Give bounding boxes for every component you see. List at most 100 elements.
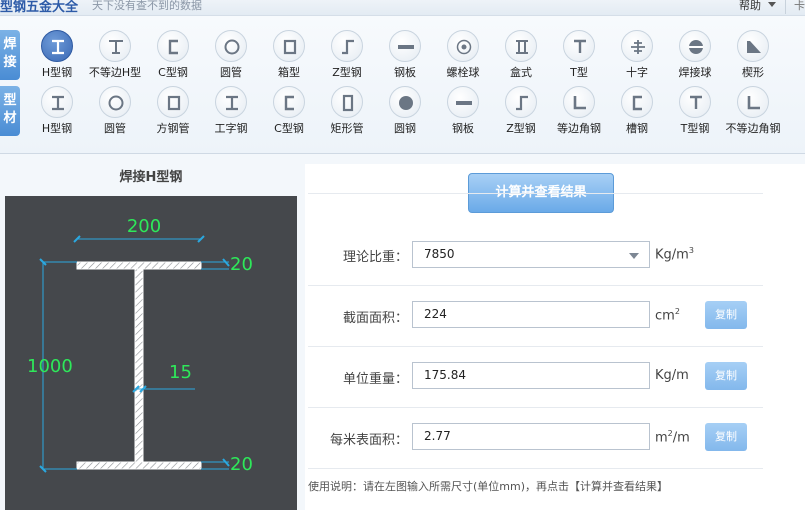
i-steel-icon — [215, 86, 247, 118]
density-unit-sup: 3 — [688, 246, 694, 255]
section-shape-3[interactable]: 工字钢 — [201, 86, 261, 138]
square-pipe-icon — [157, 86, 189, 118]
welded-shape-0[interactable]: H型钢 — [27, 30, 87, 82]
welded-shape-11[interactable]: 焊接球 — [665, 30, 725, 82]
bottom-flange-thickness-value[interactable]: 20 — [230, 454, 253, 475]
density-unit-text: Kg/m — [655, 247, 689, 263]
area-field[interactable]: 224 — [412, 301, 650, 328]
unequal-angle-icon — [737, 86, 769, 118]
welded-shape-6[interactable]: 钢板 — [375, 30, 435, 82]
welded-shape-1[interactable]: 不等边H型 — [85, 30, 145, 82]
app-subtitle: 天下没有查不到的数据 — [92, 0, 202, 12]
surface-label: 每米表面积： — [329, 433, 408, 448]
drawing-title: 焊接H型钢 — [119, 170, 183, 185]
section-shape-9[interactable]: 等边角钢 — [549, 86, 609, 138]
welded-shape-9[interactable]: T型 — [549, 30, 609, 82]
area-unit-sup: 2 — [674, 307, 680, 316]
section-shape-7[interactable]: 钢板 — [433, 86, 493, 138]
tool-label: 楔形 — [742, 66, 764, 79]
welded-shape-7[interactable]: 螺栓球 — [433, 30, 493, 82]
section-shape-10[interactable]: 槽钢 — [607, 86, 667, 138]
density-select[interactable]: 7850 — [412, 241, 650, 268]
section-shape-5[interactable]: 矩形管 — [317, 86, 377, 138]
box-type-icon — [505, 30, 537, 62]
divider — [308, 407, 763, 408]
welded-shape-2[interactable]: C型钢 — [143, 30, 203, 82]
chevron-down-icon[interactable] — [768, 2, 776, 7]
i-beam-icon — [41, 30, 73, 62]
round-pipe-icon — [99, 86, 131, 118]
welded-shape-5[interactable]: Z型钢 — [317, 30, 377, 82]
section-shape-11[interactable]: T型钢 — [665, 86, 725, 138]
t-section-icon — [563, 30, 595, 62]
section-shape-2[interactable]: 方钢管 — [143, 86, 203, 138]
steel-plate-icon — [389, 30, 421, 62]
title-edge-text[interactable]: 卡 — [794, 0, 805, 13]
copy-area-button[interactable]: 复制 — [705, 301, 747, 329]
area-label: 截面面积： — [342, 311, 408, 326]
welded-shape-12[interactable]: 楔形 — [723, 30, 783, 82]
divider — [308, 193, 763, 194]
bottom-flange — [76, 461, 202, 470]
height-value[interactable]: 1000 — [27, 356, 73, 377]
divider — [308, 346, 763, 347]
chevron-down-icon[interactable] — [629, 253, 639, 259]
web — [134, 268, 144, 463]
title-bar: 型钢五金大全 天下没有查不到的数据 帮助 卡 — [0, 0, 805, 16]
welded-shape-3[interactable]: 圆管 — [201, 30, 261, 82]
c-channel-icon — [273, 86, 305, 118]
weight-field[interactable]: 175.84 — [412, 362, 650, 389]
cross-section-icon — [621, 30, 653, 62]
surface-unit-m: m — [655, 430, 668, 446]
tab-section[interactable]: 型材 — [0, 86, 20, 136]
density-label: 理论比重： — [342, 250, 408, 265]
h-beam-drawing: 200 20 1000 15 20 — [5, 196, 297, 510]
surface-unit: m2/m — [655, 429, 690, 445]
density-unit: Kg/m3 — [655, 246, 694, 262]
section-shape-6[interactable]: 圆钢 — [375, 86, 435, 138]
z-section-icon — [505, 86, 537, 118]
surface-unit-rest: /m — [672, 430, 690, 446]
copy-surface-button[interactable]: 复制 — [705, 423, 747, 451]
surface-field[interactable]: 2.77 — [412, 423, 650, 450]
section-shape-1[interactable]: 圆管 — [85, 86, 145, 138]
divider — [308, 285, 763, 286]
app-title: 型钢五金大全 — [0, 0, 79, 15]
section-shape-12[interactable]: 不等边角钢 — [723, 86, 783, 138]
copy-weight-button[interactable]: 复制 — [705, 362, 747, 390]
title-separator — [785, 0, 786, 14]
wedge-icon — [737, 30, 769, 62]
top-flange — [76, 261, 202, 270]
width-value[interactable]: 200 — [127, 216, 161, 237]
tab-section-label: 型材 — [3, 93, 17, 126]
help-menu[interactable]: 帮助 — [739, 0, 761, 13]
section-shape-0[interactable]: H型钢 — [27, 86, 87, 138]
tool-label: 不等边角钢 — [725, 122, 781, 135]
web-thickness-value[interactable]: 15 — [169, 362, 192, 383]
area-unit-text: cm — [655, 308, 675, 324]
usage-instructions: 使用说明：请在左图输入所需尺寸(单位mm)，再点击【计算并查看结果】 — [308, 480, 669, 493]
welded-shape-10[interactable]: 十字 — [607, 30, 667, 82]
weight-unit: Kg/m — [655, 368, 689, 383]
t-section-icon — [679, 86, 711, 118]
round-bar-icon — [389, 86, 421, 118]
section-shape-4[interactable]: C型钢 — [259, 86, 319, 138]
shape-toolbar: 焊接 型材 H型钢 不等边H型 C型钢 圆管 箱型 Z型钢 钢板 螺栓球 盒式 T型 十字 焊接球 楔形… — [0, 16, 805, 154]
welded-shape-4[interactable]: 箱型 — [259, 30, 319, 82]
channel-icon — [621, 86, 653, 118]
weight-label: 单位重量： — [342, 372, 408, 387]
i-beam-icon — [41, 86, 73, 118]
c-channel-icon — [157, 30, 189, 62]
welded-ball-icon — [679, 30, 711, 62]
equal-angle-icon — [563, 86, 595, 118]
rect-pipe-icon — [331, 86, 363, 118]
tab-welded-label: 焊接 — [3, 37, 17, 70]
unequal-h-icon — [99, 30, 131, 62]
top-flange-thickness-value[interactable]: 20 — [230, 254, 253, 275]
area-unit: cm2 — [655, 307, 680, 323]
tab-welded[interactable]: 焊接 — [0, 30, 20, 80]
section-shape-8[interactable]: Z型钢 — [491, 86, 551, 138]
divider — [308, 468, 763, 469]
z-section-icon — [331, 30, 363, 62]
welded-shape-8[interactable]: 盒式 — [491, 30, 551, 82]
